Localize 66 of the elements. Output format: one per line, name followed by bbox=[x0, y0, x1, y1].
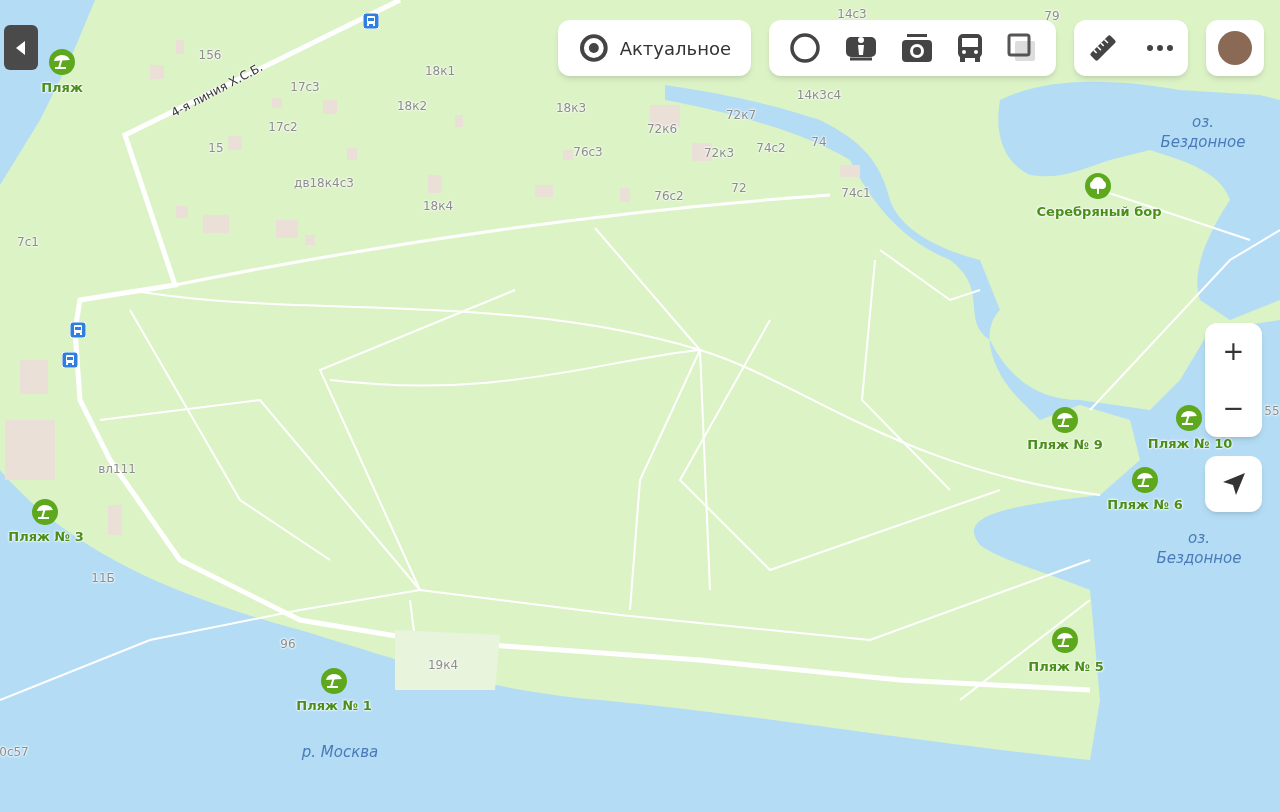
building-number: 76с2 bbox=[654, 188, 684, 205]
water-label: оз. Бездонное bbox=[1156, 528, 1242, 568]
place-label[interactable]: Пляж bbox=[41, 78, 83, 98]
building-number: 74с1 bbox=[841, 185, 871, 202]
current-button[interactable]: Актуальное bbox=[558, 20, 751, 76]
umbrella-icon[interactable] bbox=[49, 49, 75, 75]
umbrella-icon[interactable] bbox=[321, 668, 347, 694]
building-number: 18к1 bbox=[424, 63, 456, 80]
building bbox=[5, 420, 55, 480]
location-arrow-icon bbox=[1221, 472, 1246, 496]
collapse-panel-button[interactable] bbox=[4, 25, 38, 70]
water-label: р. Москва bbox=[301, 742, 379, 762]
place-label[interactable]: Пляж № 9 bbox=[1027, 435, 1103, 455]
target-icon bbox=[578, 32, 610, 64]
building-number: 18к2 bbox=[396, 98, 428, 115]
place-label[interactable]: Серебряный бор bbox=[1036, 202, 1162, 222]
building-number: 74с2 bbox=[756, 140, 786, 157]
place-label[interactable]: Пляж № 1 bbox=[296, 696, 372, 716]
umbrella-icon[interactable] bbox=[1132, 467, 1158, 493]
building-number: 76с3 bbox=[573, 144, 603, 161]
umbrella-icon[interactable] bbox=[1052, 407, 1078, 433]
building-number: 18к3 bbox=[555, 100, 587, 117]
building-number: вл111 bbox=[98, 461, 136, 478]
building-number: 14с3 bbox=[837, 6, 867, 23]
bus-icon[interactable] bbox=[955, 33, 984, 63]
place-label[interactable]: Пляж № 6 bbox=[1107, 495, 1183, 515]
triangle-left-icon bbox=[16, 40, 26, 55]
building-number: дв18к4с3 bbox=[294, 175, 354, 192]
building-number: 72 bbox=[731, 180, 747, 197]
building-number: 17с3 bbox=[290, 79, 320, 96]
bus-stop-icon[interactable] bbox=[70, 322, 86, 338]
building-number: 72к6 bbox=[646, 121, 678, 138]
building-number: 72к7 bbox=[725, 107, 757, 124]
bus-stop-icon[interactable] bbox=[363, 13, 379, 29]
layers-icon[interactable] bbox=[1006, 33, 1037, 63]
building-number: 18к4 bbox=[422, 198, 454, 215]
building-number: 7с1 bbox=[17, 234, 39, 251]
avatar[interactable] bbox=[1218, 31, 1252, 65]
water-label: оз. Бездонное bbox=[1160, 112, 1246, 152]
circle-icon[interactable] bbox=[788, 32, 821, 64]
bus-stop-icon[interactable] bbox=[62, 352, 78, 368]
camera-icon[interactable] bbox=[900, 33, 933, 63]
building-number: 15 bbox=[208, 140, 224, 157]
building-number: 19к4 bbox=[427, 657, 459, 674]
umbrella-icon[interactable] bbox=[1176, 405, 1202, 431]
zoom-in-button[interactable]: + bbox=[1205, 323, 1262, 380]
building-number: 0с57 bbox=[0, 744, 29, 761]
more-icon[interactable] bbox=[1146, 44, 1174, 52]
building-number: 156 bbox=[198, 47, 222, 64]
building-number: 17с2 bbox=[268, 119, 298, 136]
building-number: 11Б bbox=[91, 570, 115, 587]
umbrella-icon[interactable] bbox=[1052, 627, 1078, 653]
tree-icon[interactable] bbox=[1085, 173, 1111, 199]
building-number: 55 bbox=[1264, 403, 1280, 420]
umbrella-icon[interactable] bbox=[32, 499, 58, 525]
my-location-button[interactable] bbox=[1205, 456, 1262, 512]
building-number: 79 bbox=[1044, 8, 1060, 25]
building-number: 14к3с4 bbox=[796, 87, 842, 104]
building-number: 96 bbox=[280, 636, 296, 653]
zoom-out-button[interactable]: − bbox=[1205, 380, 1262, 437]
place-label[interactable]: Пляж № 10 bbox=[1147, 434, 1233, 454]
place-label[interactable]: Пляж № 5 bbox=[1028, 657, 1104, 677]
building-number: 74 bbox=[811, 134, 827, 151]
building bbox=[840, 165, 860, 177]
place-label[interactable]: Пляж № 3 bbox=[8, 527, 84, 547]
building-number: 72к3 bbox=[703, 145, 735, 162]
